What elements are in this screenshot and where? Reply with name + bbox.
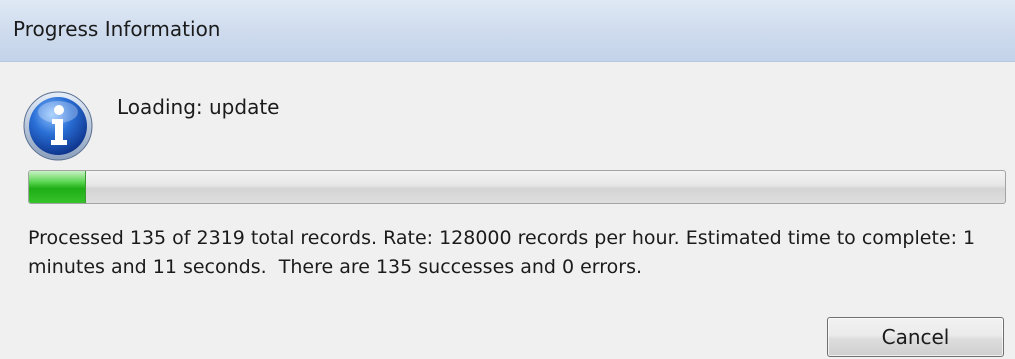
info-icon xyxy=(22,90,94,162)
title-bar: Progress Information xyxy=(0,0,1015,62)
info-icon-graphic xyxy=(23,91,93,161)
progress-bar xyxy=(28,170,1006,204)
dialog-title: Progress Information xyxy=(13,17,221,41)
status-text: Processed 135 of 2319 total records. Rat… xyxy=(28,227,982,278)
loading-message: Loading: update xyxy=(117,95,280,119)
progress-dialog: Progress Information Loading: update Pro… xyxy=(0,0,1015,359)
cancel-button[interactable]: Cancel xyxy=(827,317,1004,357)
progress-bar-fill xyxy=(29,171,86,203)
